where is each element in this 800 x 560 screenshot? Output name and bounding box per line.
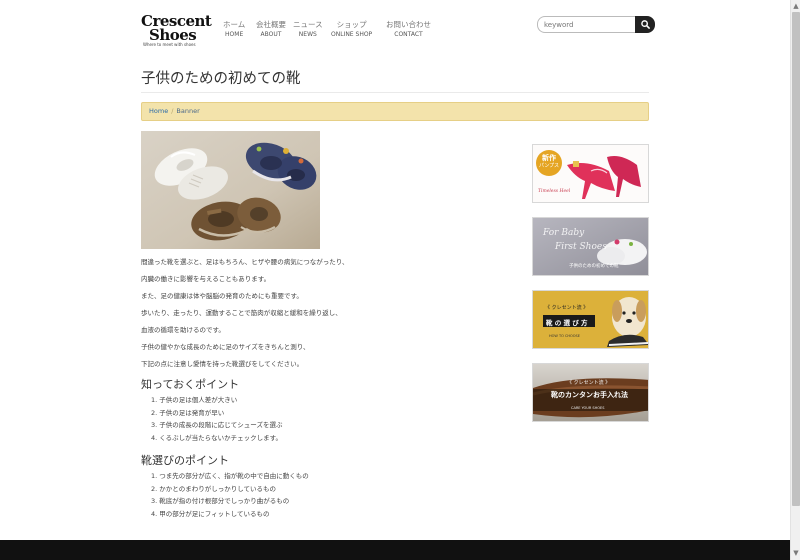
intro-paragraph-1: 間違った靴を選ぶと、足はもちろん、ヒザや腰の病気につながったり、 [141, 258, 349, 266]
list-item: 3. 子供の成長の段階に応じてシューズを選ぶ [151, 421, 283, 430]
search-input[interactable] [537, 16, 637, 33]
banner2-script-line1: For Baby [543, 228, 585, 238]
list-item: 4. くるぶしが当たらないかチェックします。 [151, 433, 282, 442]
section-heading-points: 知っておくポイント [141, 378, 240, 391]
nav-shop[interactable]: ショップ ONLINE SHOP [331, 20, 372, 40]
logo-tagline: Where to meet with shoes [143, 42, 196, 47]
page: Crescent Shoes Where to meet with shoes … [0, 0, 790, 560]
intro-paragraph-7: 下記の点に注意し愛情を持った靴選びをしてください。 [141, 360, 304, 368]
nav-about[interactable]: 会社概要 ABOUT [256, 20, 286, 40]
nav-contact-en: CONTACT [394, 31, 423, 38]
intro-paragraph-4: 歩いたり、走ったり、運動することで筋肉が収縮と緩和を繰り返し、 [141, 309, 342, 317]
banner-shoe-care[interactable]: 《 クレセント流 》 靴のカンタンお手入れ法 CARE YOUR SHOES [532, 363, 649, 422]
nav-home-jp: ホーム [223, 20, 246, 29]
search-icon [641, 20, 650, 29]
banner2-script-line2: First Shoes [555, 242, 607, 252]
banner1-badge-line2: パンプス [538, 163, 560, 169]
banner4-title: 靴のカンタンお手入れ法 [551, 391, 628, 399]
search-button[interactable] [635, 16, 655, 33]
nav-news-jp: ニュース [293, 20, 323, 29]
section-heading-choosing: 靴選びのポイント [141, 454, 229, 467]
list-item: 1. 子供の足は個人差が大きい [151, 396, 238, 404]
intro-paragraph-6: 子供の健やかな成長のために足のサイズをきちんと測り、 [141, 343, 310, 351]
nav-about-en: ABOUT [260, 31, 282, 38]
chevron-up-icon[interactable]: ▲ [792, 1, 800, 11]
banner3-small: 《 クレセント流 》 [545, 305, 589, 311]
list-item: 1. つま先の部分が広く、指が靴の中で自由に動くもの [151, 472, 309, 480]
intro-paragraph-3: また、足の健康は体や脳脳の発育のためにも重要です。 [141, 292, 303, 300]
points-list: 1. 子供の足は個人差が大きい 2. 子供の足は発育が早い 3. 子供の成長の段… [151, 394, 282, 444]
nav-about-jp: 会社概要 [256, 20, 286, 29]
banner4-small: 《 クレセント流 》 [567, 380, 611, 386]
banner2-caption: 子供のための初めての靴 [569, 264, 619, 269]
banner1-caption: Timeless Heel [538, 189, 571, 194]
search-box [537, 16, 655, 33]
title-divider [141, 92, 649, 93]
nav-shop-jp: ショップ [336, 20, 367, 29]
banner-baby-first-shoes[interactable]: For Baby First Shoes 子供のための初めての靴 [532, 217, 649, 276]
list-item: 2. かかとのまわりがしっかりしているもの [151, 484, 277, 493]
banner3-foot: HOW TO CHOOSE [549, 334, 580, 338]
nav-news-en: NEWS [298, 31, 317, 38]
chevron-down-icon[interactable]: ▼ [792, 548, 800, 558]
site-logo[interactable]: Crescent Shoes Where to meet with shoes [141, 14, 212, 50]
nav-home-en: HOME [225, 31, 244, 38]
nav-news[interactable]: ニュース NEWS [293, 20, 323, 40]
page-title: 子供のための初めての靴 [141, 71, 301, 87]
intro-paragraph-5: 血液の循環を助けるのです。 [141, 326, 225, 334]
vertical-scrollbar[interactable]: ▲ ▼ [790, 0, 800, 560]
nav-contact[interactable]: お問い合わせ CONTACT [386, 20, 431, 40]
nav-contact-jp: お問い合わせ [386, 20, 431, 29]
banner-new-pumps[interactable]: 新作 パンプス Timeless Heel [532, 144, 649, 203]
banner3-title: 靴 の 選 び 方 [546, 319, 588, 327]
intro-paragraph-2: 内臓の働きに影響を与えることもあります。 [141, 275, 271, 283]
list-item: 3. 靴底が指の付け根部分でしっかり曲がるもの [151, 497, 290, 506]
choosing-list: 1. つま先の部分が広く、指が靴の中で自由に動くもの 2. かかとのまわりがしっ… [151, 470, 309, 520]
banner-how-to-choose[interactable]: 《 クレセント流 》 靴 の 選 び 方 HOW TO CHOOSE [532, 290, 649, 349]
banner1-badge-line1: 新作 [542, 154, 556, 162]
footer-bar [0, 540, 790, 560]
nav-home[interactable]: ホーム HOME [223, 20, 245, 40]
shoes-photo [141, 131, 320, 249]
list-item: 2. 子供の足は発育が早い [151, 408, 225, 417]
breadcrumb-home[interactable]: Home [149, 107, 168, 115]
logo-line-2: Shoes [149, 26, 197, 44]
list-item: 4. 甲の部分が足にフィットしているもの [151, 509, 270, 518]
nav-shop-en: ONLINE SHOP [331, 31, 373, 38]
scrollbar-thumb[interactable] [792, 12, 800, 506]
breadcrumb-current: Banner [176, 107, 200, 115]
banner4-foot: CARE YOUR SHOES [571, 406, 605, 410]
breadcrumb: Home / Banner [141, 102, 649, 121]
